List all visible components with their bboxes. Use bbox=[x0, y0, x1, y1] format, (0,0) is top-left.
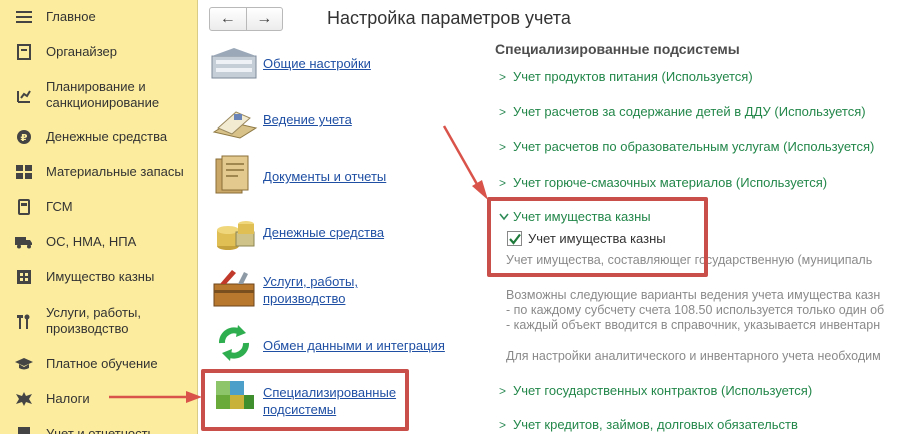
section-documents-reports[interactable]: Документы и отчеты bbox=[263, 168, 386, 185]
graduation-icon bbox=[14, 354, 34, 374]
arrow-left-icon: ← bbox=[219, 10, 236, 27]
group-label: Учет государственных контрактов (Использ… bbox=[513, 383, 813, 398]
sidebar-item-label: ГСМ bbox=[46, 199, 73, 214]
sidebar-item-services[interactable]: Услуги, работы, производство bbox=[0, 304, 198, 338]
chevron-right-icon: > bbox=[499, 69, 507, 84]
sidebar-item-label: Главное bbox=[46, 9, 96, 24]
grid-icon bbox=[14, 162, 34, 182]
truck-icon bbox=[14, 232, 34, 252]
sidebar-item-label: Планирование и санкционирование bbox=[46, 79, 160, 110]
section-general-settings[interactable]: Общие настройки bbox=[263, 55, 371, 72]
notebook-icon bbox=[14, 42, 34, 62]
sidebar-item-fuel[interactable]: ГСМ bbox=[0, 198, 198, 216]
toolbox-icon bbox=[210, 266, 258, 310]
group-kindergarten[interactable]: > Учет расчетов за содержание детей в ДД… bbox=[499, 104, 866, 119]
highlight-box-treasury bbox=[487, 197, 708, 277]
highlight-box-subsystems bbox=[201, 369, 409, 431]
arrow-head-treasury bbox=[472, 180, 488, 200]
back-button[interactable]: ← bbox=[210, 8, 246, 30]
group-label: Учет кредитов, займов, долговых обязател… bbox=[513, 417, 798, 432]
variant-2-text: - каждый объект вводится в справочник, у… bbox=[506, 318, 881, 332]
sidebar-item-paid-education[interactable]: Платное обучение bbox=[0, 355, 198, 373]
arrow-right-icon: → bbox=[256, 10, 273, 27]
sidebar: Главное Органайзер Планирование и санкци… bbox=[0, 0, 198, 434]
sidebar-item-label: Денежные средства bbox=[46, 129, 168, 144]
panel-title: Специализированные подсистемы bbox=[495, 41, 740, 57]
sidebar-item-taxes[interactable]: Налоги bbox=[0, 390, 198, 408]
group-label: Учет расчетов по образовательным услугам… bbox=[513, 139, 875, 154]
sidebar-item-label: Услуги, работы, производство bbox=[46, 305, 141, 336]
tools-icon bbox=[14, 312, 34, 332]
chevron-right-icon: > bbox=[499, 417, 507, 432]
report-icon bbox=[14, 424, 34, 434]
variants-description: Возможны следующие варианты ведения учет… bbox=[506, 288, 881, 302]
section-cash[interactable]: Денежные средства bbox=[263, 224, 384, 241]
sidebar-item-label: Имущество казны bbox=[46, 269, 155, 284]
sidebar-item-label: Материальные запасы bbox=[46, 164, 184, 179]
setup-hint-text: Для настройки аналитического и инвентарн… bbox=[506, 349, 881, 363]
group-label: Учет продуктов питания (Используется) bbox=[513, 69, 753, 84]
section-accounting[interactable]: Ведение учета bbox=[263, 111, 352, 128]
sidebar-item-cash[interactable]: ₽ Денежные средства bbox=[0, 128, 198, 146]
group-label: Учет горюче-смазочных материалов (Исполь… bbox=[513, 175, 828, 190]
sidebar-item-organizer[interactable]: Органайзер bbox=[0, 43, 198, 61]
fuel-icon bbox=[14, 197, 34, 217]
history-nav: ← → bbox=[209, 7, 283, 31]
group-label: Учет расчетов за содержание детей в ДДУ … bbox=[513, 104, 866, 119]
sidebar-item-accounting-reports[interactable]: Учет и отчетность bbox=[0, 425, 198, 434]
sidebar-item-fixed-assets[interactable]: ОС, НМА, НПА bbox=[0, 233, 198, 251]
page-title: Настройка параметров учета bbox=[327, 8, 571, 28]
sidebar-item-materials[interactable]: Материальные запасы bbox=[0, 163, 198, 181]
arrow-to-treasury bbox=[442, 125, 480, 187]
building-icon bbox=[14, 267, 34, 287]
documents-icon bbox=[210, 153, 258, 197]
chevron-right-icon: > bbox=[499, 383, 507, 398]
sync-icon bbox=[210, 321, 258, 365]
group-state-contracts[interactable]: > Учет государственных контрактов (Испол… bbox=[499, 383, 812, 398]
sidebar-item-label: Органайзер bbox=[46, 44, 117, 59]
sidebar-item-treasury-property[interactable]: Имущество казны bbox=[0, 268, 198, 286]
building-settings-icon bbox=[210, 42, 258, 86]
chevron-right-icon: > bbox=[499, 175, 507, 190]
coin-icon: ₽ bbox=[14, 127, 34, 147]
sidebar-item-label: ОС, НМА, НПА bbox=[46, 234, 137, 249]
group-fuel[interactable]: > Учет горюче-смазочных материалов (Испо… bbox=[499, 175, 827, 190]
sidebar-item-label: Платное обучение bbox=[46, 356, 158, 371]
section-data-exchange[interactable]: Обмен данными и интеграция bbox=[263, 337, 445, 354]
sidebar-item-label: Учет и отчетность bbox=[46, 426, 155, 434]
sidebar-item-main[interactable]: Главное bbox=[0, 8, 198, 26]
emblem-icon bbox=[14, 389, 34, 409]
sidebar-item-planning[interactable]: Планирование и санкционирование bbox=[0, 78, 198, 112]
chevron-right-icon: > bbox=[499, 139, 507, 154]
chevron-right-icon: > bbox=[499, 104, 507, 119]
svg-text:₽: ₽ bbox=[21, 133, 28, 144]
coins-icon bbox=[210, 210, 258, 254]
sidebar-item-label: Налоги bbox=[46, 391, 90, 406]
ledger-icon bbox=[210, 98, 258, 142]
planning-icon bbox=[14, 86, 34, 106]
group-food[interactable]: > Учет продуктов питания (Используется) bbox=[499, 69, 753, 84]
group-education[interactable]: > Учет расчетов по образовательным услуг… bbox=[499, 139, 874, 154]
forward-button[interactable]: → bbox=[245, 8, 283, 30]
group-loans[interactable]: > Учет кредитов, займов, долговых обязат… bbox=[499, 417, 798, 432]
menu-icon bbox=[14, 7, 34, 27]
variant-1-text: - по каждому субсчету счета 108.50 испол… bbox=[506, 303, 885, 317]
section-services-production[interactable]: Услуги, работы, производство bbox=[263, 273, 383, 307]
